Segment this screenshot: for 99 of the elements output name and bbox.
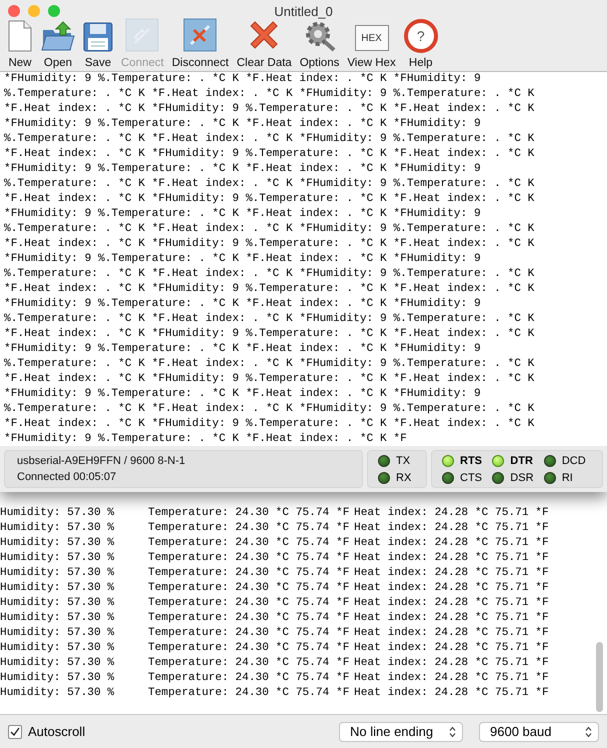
- terminal-line: *F.Heat index: . *C K *FHumidity: 9 %.Temperature: . *C K *F.Heat index: . *C K: [4, 147, 536, 162]
- output-text: Temperature: 24.30 *C 75.74 *F: [148, 536, 350, 551]
- output-text: Heat index: 24.28 *C 75.71 *F: [354, 686, 550, 701]
- output-text: Humidity: 57.30 %: [0, 641, 116, 656]
- terminal-line: %.Temperature: . *C K *F.Heat index: . *C K *FHumidity: 9 %.Temperature: . *C K: [4, 222, 536, 237]
- unplug-icon: [183, 18, 218, 52]
- output-text: Temperature: 24.30 *C 75.74 *F: [148, 611, 350, 626]
- output-text: Temperature: 24.30 *C 75.74 *F: [148, 686, 350, 701]
- port-info: usbserial-A9EH9FFN / 9600 8-N-1: [17, 455, 186, 467]
- led-label: DCD: [562, 454, 586, 466]
- terminal-line: *F.Heat index: . *C K *FHumidity: 9 %.Temperature: . *C K *F.Heat index: . *C K: [4, 102, 536, 117]
- terminal-line: *FHumidity: 9 %.Temperature: . *C K *F.Heat index: . *C K *FHumidity: 9: [4, 162, 482, 177]
- output-text: Temperature: 24.30 *C 75.74 *F: [148, 641, 350, 656]
- toolbar-button[interactable]: New: [4, 21, 36, 69]
- output-text: Temperature: 24.30 *C 75.74 *F: [148, 551, 350, 566]
- window-title: Untitled_0: [274, 4, 333, 18]
- output-text: Humidity: 57.30 %: [0, 671, 116, 686]
- terminal-line: *F.Heat index: . *C K *FHumidity: 9 %.Temperature: . *C K *F.Heat index: . *C K: [4, 282, 536, 297]
- terminal-line: *FHumidity: 9 %.Temperature: . *C K *F.Heat index: . *C K *FHumidity: 9: [4, 117, 482, 132]
- minimize-icon[interactable]: [28, 5, 40, 17]
- output-text: Humidity: 57.30 %: [0, 536, 116, 551]
- output-text: Heat index: 24.28 *C 75.71 *F: [354, 536, 550, 551]
- terminal-line: *F.Heat index: . *C K *FHumidity: 9 %.Temperature: . *C K *F.Heat index: . *C K: [4, 417, 536, 432]
- output-text: Temperature: 24.30 *C 75.74 *F: [148, 656, 350, 671]
- terminal-line: *FHumidity: 9 %.Temperature: . *C K *F.Heat index: . *C K *FHumidity: 9: [4, 297, 482, 312]
- output-text: Temperature: 24.30 *C 75.74 *F: [148, 671, 350, 686]
- output-text: Humidity: 57.30 %: [0, 506, 116, 521]
- connection-time: Connected 00:05:07: [17, 471, 118, 483]
- terminal-line: *FHumidity: 9 %.Temperature: . *C K *F.Heat index: . *C K *FHumidity: 9: [4, 342, 482, 357]
- output-text: Heat index: 24.28 *C 75.71 *F: [354, 521, 550, 536]
- baud-dropdown[interactable]: 9600 baud: [479, 722, 599, 742]
- autoscroll-checkbox[interactable]: [8, 724, 22, 738]
- output-text: Humidity: 57.30 %: [0, 596, 116, 611]
- terminal-line: %.Temperature: . *C K *F.Heat index: . *C K *FHumidity: 9 %.Temperature: . *C K: [4, 312, 536, 327]
- output-text: Humidity: 57.30 %: [0, 581, 116, 596]
- led-label: DSR: [510, 472, 534, 484]
- led-label: DTR: [510, 454, 533, 466]
- checkbox-label: Autoscroll: [28, 724, 86, 739]
- up-down-caret-icon: [449, 726, 456, 738]
- terminal-line: *FHumidity: 9 %.Temperature: . *C K *F.Heat index: . *C K *F: [4, 432, 408, 446]
- output-text: Humidity: 57.30 %: [0, 611, 116, 626]
- terminal-line: *FHumidity: 9 %.Temperature: . *C K *F.Heat index: . *C K *FHumidity: 9: [4, 207, 482, 222]
- toolbar-button[interactable]: Save: [80, 21, 116, 69]
- terminal-line: %.Temperature: . *C K *F.Heat index: . *C K *FHumidity: 9 %.Temperature: . *C K: [4, 267, 536, 282]
- led-label: RX: [396, 472, 412, 484]
- terminal-line: %.Temperature: . *C K *F.Heat index: . *C K *FHumidity: 9 %.Temperature: . *C K: [4, 87, 536, 102]
- output-text: Humidity: 57.30 %: [0, 566, 116, 581]
- plug-icon: [125, 18, 160, 52]
- scrollbar-thumb[interactable]: [596, 642, 603, 712]
- output-text: Temperature: 24.30 *C 75.74 *F: [148, 506, 350, 521]
- line-ending-dropdown[interactable]: No line ending: [339, 722, 463, 742]
- terminal-line: *F.Heat index: . *C K *FHumidity: 9 %.Temperature: . *C K *F.Heat index: . *C K: [4, 327, 536, 342]
- terminal-line: *FHumidity: 9 %.Temperature: . *C K *F.Heat index: . *C K *FHumidity: 9: [4, 72, 482, 87]
- terminal-line: *FHumidity: 9 %.Temperature: . *C K *F.Heat index: . *C K *FHumidity: 9: [4, 252, 482, 267]
- led-label: RTS: [460, 454, 482, 466]
- output-text: Heat index: 24.28 *C 75.71 *F: [354, 626, 550, 641]
- output-text: Temperature: 24.30 *C 75.74 *F: [148, 626, 350, 641]
- toolbar-button[interactable]: Options: [296, 21, 342, 69]
- terminal-line: *F.Heat index: . *C K *FHumidity: 9 %.Temperature: . *C K *F.Heat index: . *C K: [4, 237, 536, 252]
- toolbar-button[interactable]: HEX View Hex: [344, 21, 399, 69]
- terminal-line: %.Temperature: . *C K *F.Heat index: . *C K *FHumidity: 9 %.Temperature: . *C K: [4, 177, 536, 192]
- led-label: RI: [562, 472, 573, 484]
- led-label: TX: [396, 454, 410, 466]
- folder-icon: [41, 20, 75, 52]
- help-icon: ?: [404, 19, 438, 53]
- output-text: Temperature: 24.30 *C 75.74 *F: [148, 581, 350, 596]
- output-text: Heat index: 24.28 *C 75.71 *F: [354, 566, 550, 581]
- terminal-line: *F.Heat index: . *C K *FHumidity: 9 %.Temperature: . *C K *F.Heat index: . *C K: [4, 372, 536, 387]
- output-text: Temperature: 24.30 *C 75.74 *F: [148, 566, 350, 581]
- output-text: Humidity: 57.30 %: [0, 686, 116, 701]
- close-icon[interactable]: [8, 5, 20, 17]
- output-text: Heat index: 24.28 *C 75.71 *F: [354, 671, 550, 686]
- output-text: Heat index: 24.28 *C 75.71 *F: [354, 506, 550, 521]
- output-text: Heat index: 24.28 *C 75.71 *F: [354, 596, 550, 611]
- output-text: Heat index: 24.28 *C 75.71 *F: [354, 656, 550, 671]
- maximize-icon[interactable]: [48, 5, 60, 17]
- toolbar-button[interactable]: Open: [38, 21, 78, 69]
- output-text: Temperature: 24.30 *C 75.74 *F: [148, 521, 350, 536]
- output-text: Heat index: 24.28 *C 75.71 *F: [354, 581, 550, 596]
- terminal-line: %.Temperature: . *C K *F.Heat index: . *C K *FHumidity: 9 %.Temperature: . *C K: [4, 357, 536, 372]
- terminal-line: *F.Heat index: . *C K *FHumidity: 9 %.Temperature: . *C K *F.Heat index: . *C K: [4, 192, 536, 207]
- hex-icon: HEX: [354, 25, 389, 51]
- terminal-line: %.Temperature: . *C K *F.Heat index: . *C K *FHumidity: 9 %.Temperature: . *C K: [4, 132, 536, 147]
- toolbar-button[interactable]: Clear Data: [234, 21, 295, 69]
- output-text: Heat index: 24.28 *C 75.71 *F: [354, 611, 550, 626]
- output-text: Humidity: 57.30 %: [0, 626, 116, 641]
- led-label: CTS: [460, 472, 482, 484]
- up-down-caret-icon: [585, 726, 592, 738]
- toolbar-button[interactable]: Disconnect: [168, 21, 232, 69]
- output-text: Heat index: 24.28 *C 75.71 *F: [354, 551, 550, 566]
- toolbar-button[interactable]: ? Help: [400, 21, 441, 69]
- output-text: Heat index: 24.28 *C 75.71 *F: [354, 641, 550, 656]
- terminal-line: %.Temperature: . *C K *F.Heat index: . *C K *FHumidity: 9 %.Temperature: . *C K: [4, 402, 536, 417]
- output-text: Humidity: 57.30 %: [0, 551, 116, 566]
- output-text: Humidity: 57.30 %: [0, 656, 116, 671]
- terminal-line: *FHumidity: 9 %.Temperature: . *C K *F.Heat index: . *C K *FHumidity: 9: [4, 387, 482, 402]
- document-icon: [7, 20, 33, 52]
- output-text: Temperature: 24.30 *C 75.74 *F: [148, 596, 350, 611]
- output-text: Humidity: 57.30 %: [0, 521, 116, 536]
